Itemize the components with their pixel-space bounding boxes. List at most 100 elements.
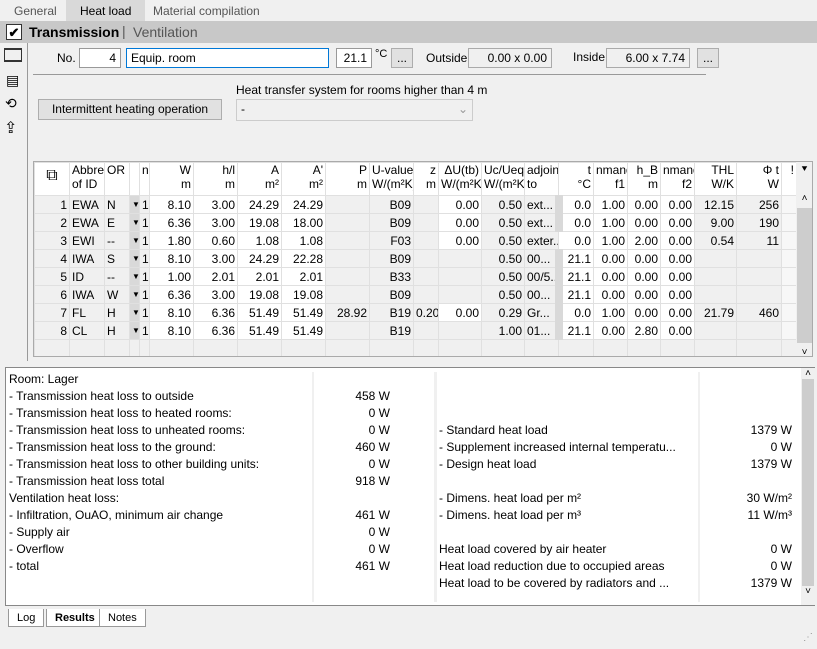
table-cell[interactable]: 51.49 (281, 303, 326, 322)
table-cell[interactable]: 8 (34, 321, 70, 340)
column-header[interactable]: nmandf1 (593, 162, 628, 196)
table-cell[interactable]: 21.1 (558, 249, 594, 268)
table-cell[interactable] (781, 213, 797, 232)
room-name-input[interactable]: Equip. room (126, 48, 329, 68)
table-cell[interactable] (694, 249, 737, 268)
orientation-dropdown-icon[interactable]: ▼ (129, 231, 140, 250)
column-header[interactable]: h/l m (193, 162, 238, 196)
table-cell[interactable]: -- (104, 231, 130, 250)
table-cell[interactable]: 0.00 (660, 249, 695, 268)
table-row[interactable]: 4 IWA S ▼ 1 8.10 3.00 24.29 22.28 B09 0.50 00... 21.… (34, 249, 797, 268)
table-cell[interactable]: 8.10 (149, 303, 194, 322)
scroll-down-icon[interactable]: ˅ (796, 347, 812, 356)
table-cell[interactable]: 11 (736, 231, 782, 250)
table-cell[interactable]: 9.00 (694, 213, 737, 232)
table-cell[interactable] (325, 267, 370, 286)
scroll-up-icon[interactable]: ˄ (801, 368, 815, 379)
column-header[interactable]: ! (781, 162, 797, 196)
table-cell[interactable]: 0.0 (558, 195, 594, 214)
table-cell[interactable] (325, 231, 370, 250)
table-cell[interactable]: 0.00 (660, 267, 695, 286)
table-row[interactable]: 7 FL H ▼ 1 8.10 6.36 51.49 51.49 28.92 B19 0.20 0.00… (34, 303, 797, 322)
table-cell[interactable]: 0.00 (627, 213, 661, 232)
table-cell[interactable]: 0.00 (438, 213, 482, 232)
column-header[interactable]: n (139, 162, 150, 196)
table-cell[interactable]: B33 (369, 267, 414, 286)
table-cell[interactable]: 0.00 (593, 267, 628, 286)
table-cell[interactable]: 19.08 (237, 285, 282, 304)
table-cell[interactable]: B09 (369, 249, 414, 268)
table-cell[interactable]: 21.79 (694, 303, 737, 322)
orientation-dropdown-icon[interactable]: ▼ (129, 249, 140, 268)
table-cell[interactable]: B09 (369, 195, 414, 214)
table-cell[interactable]: 24.29 (237, 195, 282, 214)
column-header[interactable]: Am² (237, 162, 282, 196)
table-cell[interactable]: B09 (369, 285, 414, 304)
column-header[interactable]: ΔU(tb) W/(m²K) (438, 162, 482, 196)
scrollbar-thumb[interactable] (802, 379, 814, 586)
table-cell[interactable]: 51.49 (281, 321, 326, 340)
table-cell[interactable]: 0.00 (627, 303, 661, 322)
column-header[interactable]: ⧉ (34, 162, 70, 196)
table-cell[interactable]: 51.49 (237, 321, 282, 340)
column-header[interactable]: Abbrevof ID (69, 162, 105, 196)
table-cell[interactable]: 0.00 (660, 321, 695, 340)
table-cell[interactable] (781, 285, 797, 304)
table-cell[interactable]: 22.28 (281, 249, 326, 268)
table-cell[interactable] (736, 249, 782, 268)
table-cell[interactable]: IWA (69, 285, 105, 304)
orientation-dropdown-icon[interactable]: ▼ (129, 303, 140, 322)
column-header[interactable]: zm (413, 162, 439, 196)
table-cell[interactable]: 0.0 (558, 213, 594, 232)
table-cell[interactable]: 1.08 (237, 231, 282, 250)
table-cell[interactable]: 0.50 (481, 213, 525, 232)
column-header[interactable]: adjoini to (524, 162, 559, 196)
table-cell[interactable] (325, 249, 370, 268)
table-cell[interactable]: 190 (736, 213, 782, 232)
orientation-dropdown-icon[interactable]: ▼ (129, 195, 140, 214)
column-header[interactable]: A' m² (281, 162, 326, 196)
table-cell[interactable]: 0.54 (694, 231, 737, 250)
inside-more-button[interactable]: ... (697, 48, 719, 68)
section-transmission[interactable]: Transmission (29, 24, 119, 40)
scroll-up-icon[interactable]: ˄ (796, 193, 812, 204)
table-cell[interactable]: N (104, 195, 130, 214)
tab-log[interactable]: Log (8, 609, 45, 627)
table-cell[interactable]: 00/5... (524, 267, 563, 286)
table-cell[interactable]: 01... (524, 321, 563, 340)
tab-notes[interactable]: Notes (99, 609, 146, 627)
table-cell[interactable] (413, 231, 439, 250)
table-cell[interactable] (413, 267, 439, 286)
column-header[interactable]: h_B m (627, 162, 661, 196)
table-cell[interactable]: 0.00 (438, 195, 482, 214)
table-cell[interactable]: 0.50 (481, 285, 525, 304)
tab-material-compilation[interactable]: Material compilation (139, 0, 274, 21)
table-cell[interactable]: 0.50 (481, 231, 525, 250)
table-cell[interactable]: 1.08 (281, 231, 326, 250)
table-cell[interactable]: 12.15 (694, 195, 737, 214)
tab-results[interactable]: Results (46, 609, 104, 627)
table-cell[interactable]: 0.29 (481, 303, 525, 322)
table-cell[interactable]: 0.00 (660, 285, 695, 304)
column-header[interactable]: Wm (149, 162, 194, 196)
column-header[interactable]: nmandf2 (660, 162, 695, 196)
scrollbar-thumb[interactable] (797, 208, 812, 343)
table-cell[interactable]: 2.80 (627, 321, 661, 340)
table-cell[interactable]: 1 (139, 249, 150, 268)
column-header[interactable]: Pm (325, 162, 370, 196)
table-cell[interactable]: 51.49 (237, 303, 282, 322)
table-cell[interactable]: 6.36 (193, 321, 238, 340)
intermittent-heating-button[interactable]: Intermittent heating operation (38, 99, 222, 120)
table-cell[interactable]: F03 (369, 231, 414, 250)
table-cell[interactable]: 0.0 (558, 303, 594, 322)
table-cell[interactable]: 1 (139, 231, 150, 250)
orientation-dropdown-icon[interactable]: ▼ (129, 321, 140, 340)
table-cell[interactable] (781, 195, 797, 214)
copy-icon[interactable]: ⧉ (37, 168, 67, 184)
table-cell[interactable]: 0.00 (627, 267, 661, 286)
table-cell[interactable] (325, 213, 370, 232)
table-cell[interactable] (694, 285, 737, 304)
table-cell[interactable] (736, 267, 782, 286)
table-cell[interactable]: 3.00 (193, 249, 238, 268)
table-cell[interactable]: 0.00 (627, 249, 661, 268)
